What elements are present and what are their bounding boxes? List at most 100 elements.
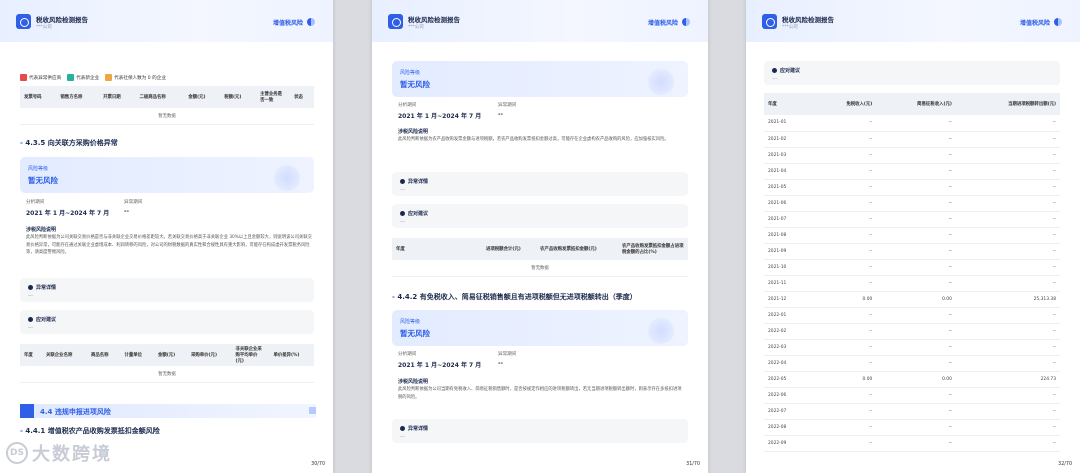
table-row: 2021-08 -- -- -- bbox=[764, 227, 1060, 244]
year-cell: 2021-01 bbox=[764, 115, 814, 132]
watermark-text: 大数跨境 bbox=[32, 444, 112, 465]
legend-label: 代表新企业 bbox=[76, 76, 100, 81]
risk-label: 风险等级 bbox=[28, 166, 49, 172]
year-cell: 2021-07 bbox=[764, 211, 814, 228]
year-cell: 2021-12 bbox=[764, 291, 814, 308]
column-header: 计量单位 bbox=[120, 344, 154, 366]
year-cell: 2021-11 bbox=[764, 275, 814, 292]
risk-decoration-icon bbox=[648, 69, 674, 95]
year-cell: 2022-06 bbox=[764, 387, 814, 404]
column-header: 开票日期 bbox=[99, 86, 136, 108]
heading-marker-icon bbox=[20, 404, 34, 418]
card-body: --- bbox=[28, 326, 33, 331]
value-cell: -- bbox=[876, 259, 956, 276]
value-cell: 0.00 bbox=[813, 291, 877, 308]
legend-item: 代表异常供应商 bbox=[20, 74, 61, 81]
report-page-31: 税收风险检测报告 ***公司 增值税风险 风险等级 暂无风险 分析期间 异常期间… bbox=[372, 0, 708, 473]
year-cell: 2022-03 bbox=[764, 339, 814, 356]
empty-cell: 暂无数据 bbox=[392, 260, 688, 277]
value-cell: -- bbox=[955, 419, 1060, 436]
value-cell: -- bbox=[813, 211, 877, 228]
value-cell: -- bbox=[813, 131, 877, 148]
table-row: 暂无数据 bbox=[20, 366, 314, 383]
red-square-icon bbox=[20, 74, 27, 81]
page-number: 32/70 bbox=[1058, 462, 1072, 467]
value-cell: -- bbox=[876, 307, 956, 324]
value-cell: -- bbox=[813, 323, 877, 340]
header-subtitle: ***公司 bbox=[408, 25, 424, 30]
value-cell: -- bbox=[955, 211, 1060, 228]
year-cell: 2022-05 bbox=[764, 371, 814, 388]
related-party-table: 年度 关联企业名称 商品名称 计量单位 金额(元) 采购单价(元) 非关联企业采… bbox=[20, 344, 314, 383]
value-cell: -- bbox=[813, 227, 877, 244]
table-row: 2022-03 -- -- -- bbox=[764, 339, 1060, 356]
value-cell: -- bbox=[955, 259, 1060, 276]
legend-item: 代表新企业 bbox=[67, 74, 99, 81]
column-header: 商品名称 bbox=[87, 344, 121, 366]
value-cell: -- bbox=[813, 435, 877, 452]
value-cell: -- bbox=[955, 243, 1060, 260]
empty-cell: 暂无数据 bbox=[20, 108, 314, 125]
value-cell: -- bbox=[876, 419, 956, 436]
card-title: 异常详情 bbox=[400, 425, 428, 432]
page-header: 税收风险检测报告 ***公司 增值税风险 bbox=[372, 0, 708, 42]
half-circle-icon bbox=[682, 18, 690, 26]
year-cell: 2021-10 bbox=[764, 259, 814, 276]
suggestion-card: 应对建议 --- bbox=[764, 61, 1060, 85]
year-cell: 2022-07 bbox=[764, 403, 814, 420]
half-circle-icon bbox=[1054, 18, 1062, 26]
column-header: 简易征税收入(元) bbox=[876, 93, 956, 115]
empty-cell: 暂无数据 bbox=[20, 366, 314, 383]
value-cell: -- bbox=[876, 211, 956, 228]
suggestion-card: 应对建议 --- bbox=[20, 310, 314, 334]
risk-decoration-icon bbox=[648, 318, 674, 344]
page-number: 31/70 bbox=[686, 462, 700, 467]
card-title: 应对建议 bbox=[772, 67, 800, 74]
value-cell: -- bbox=[955, 275, 1060, 292]
column-header: 主营业务是否一致 bbox=[256, 86, 291, 108]
value-cell: -- bbox=[955, 403, 1060, 420]
risk-value: 暂无风险 bbox=[400, 80, 430, 89]
value-cell: -- bbox=[876, 115, 956, 132]
desc-title: 涉税风险说明 bbox=[26, 227, 57, 233]
value-cell: -- bbox=[876, 403, 956, 420]
column-header: 当期进项税额转出额(元) bbox=[955, 93, 1060, 115]
value-cell: -- bbox=[955, 307, 1060, 324]
invoice-table: 发票号码 销售方名称 开票日期 二级商品名称 金额(元) 税额(元) 主营业务是… bbox=[20, 86, 314, 125]
page-header: 税收风险检测报告 ***公司 增值税风险 bbox=[0, 0, 333, 42]
column-header: 免税收入(元) bbox=[813, 93, 877, 115]
card-body: --- bbox=[772, 77, 777, 82]
watermark-logo-icon: DS bbox=[6, 442, 28, 464]
value-cell: -- bbox=[813, 307, 877, 324]
column-header: 单价差异(%) bbox=[269, 344, 314, 366]
value-cell: -- bbox=[813, 403, 877, 420]
value-cell: -- bbox=[876, 323, 956, 340]
period-label: 分析期间 bbox=[26, 200, 45, 205]
column-header: 农产品收购发票抵扣金额占进项税金额的占比(%) bbox=[618, 238, 688, 260]
value-cell: -- bbox=[876, 435, 956, 452]
value-cell: -- bbox=[813, 195, 877, 212]
header-tag: 增值税风险 bbox=[1019, 20, 1050, 27]
period-value: 2021 年 1 月~2024 年 7 月 bbox=[398, 362, 482, 369]
risk-decoration-icon bbox=[274, 165, 300, 191]
heading-4-4: 4.4 违规申报进项风险 bbox=[20, 404, 316, 418]
value-cell: 0.00 bbox=[876, 371, 956, 388]
header-title: 税收风险检测报告 bbox=[408, 16, 460, 24]
value-cell: -- bbox=[876, 195, 956, 212]
value-cell: 224.73 bbox=[955, 371, 1060, 388]
column-header: 销售方名称 bbox=[56, 86, 100, 108]
half-circle-icon bbox=[307, 18, 315, 26]
value-cell: -- bbox=[813, 275, 877, 292]
table-row: 2021-09 -- -- -- bbox=[764, 243, 1060, 260]
report-logo-icon bbox=[388, 14, 403, 29]
card-body: --- bbox=[400, 220, 405, 225]
exempt-income-table: 年度 免税收入(元) 简易征税收入(元) 当期进项税额转出额(元) 2021-0… bbox=[764, 93, 1060, 452]
table-row: 2022-09 -- -- -- bbox=[764, 435, 1060, 452]
header-title: 税收风险检测报告 bbox=[782, 16, 834, 24]
risk-label: 风险等级 bbox=[400, 319, 421, 325]
column-header: 关联企业名称 bbox=[42, 344, 87, 366]
anomaly-value: -- bbox=[124, 208, 129, 215]
column-header: 状态 bbox=[290, 86, 314, 108]
table-header-row: 年度 免税收入(元) 简易征税收入(元) 当期进项税额转出额(元) bbox=[764, 93, 1060, 115]
square-decoration-icon bbox=[309, 407, 316, 414]
